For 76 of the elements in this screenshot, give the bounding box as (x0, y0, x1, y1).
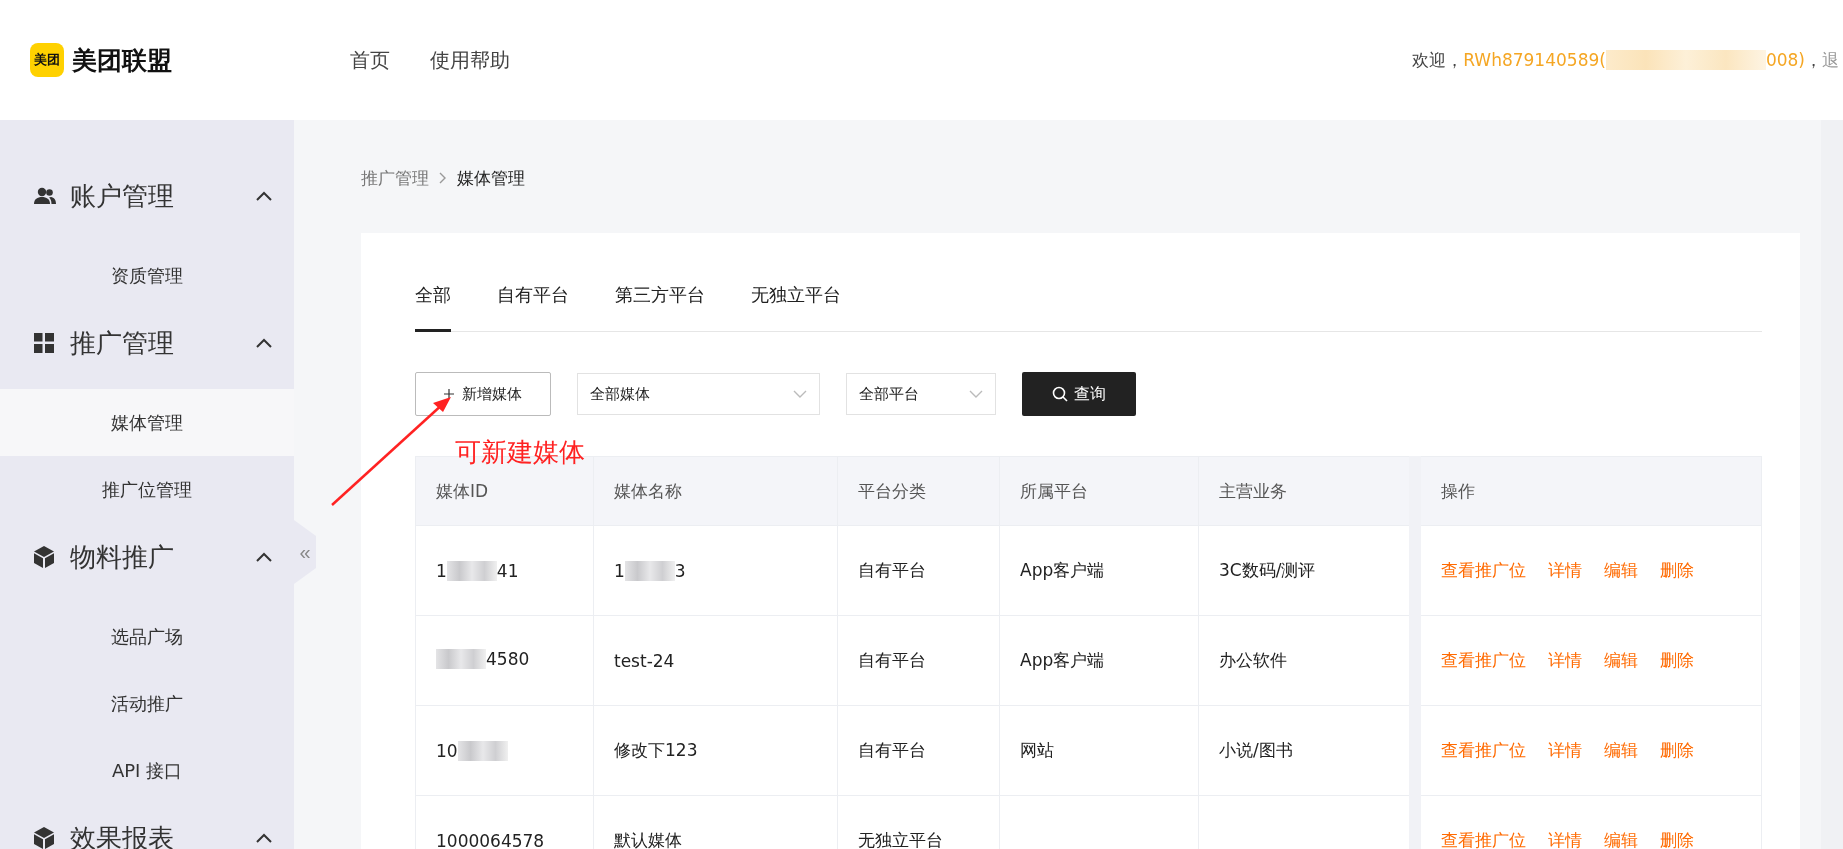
column-header: 平台分类 (837, 456, 1000, 526)
table-cell: 10 (436, 740, 508, 761)
table-cell: 自有平台 (858, 740, 926, 760)
sidebar-item[interactable]: API 接口 (0, 737, 294, 804)
table-cell: App客户端 (1020, 560, 1105, 580)
action-link[interactable]: 删除 (1660, 830, 1694, 849)
people-icon (34, 187, 56, 205)
redaction-blur (446, 560, 497, 581)
action-link[interactable]: 删除 (1660, 560, 1694, 580)
search-icon (1052, 386, 1068, 402)
table-cell: 小说/图书 (1219, 740, 1293, 760)
table-cell: 无独立平台 (858, 830, 943, 849)
table-cell: 1 41 (436, 560, 519, 581)
table-cell: 自有平台 (858, 650, 926, 670)
sidebar-group[interactable]: 推广管理 (0, 309, 294, 377)
action-link[interactable]: 详情 (1548, 650, 1582, 670)
table-cell: App客户端 (1020, 650, 1105, 670)
sidebar-item[interactable]: 选品广场 (0, 603, 294, 670)
nav-link[interactable]: 首页 (350, 46, 390, 74)
sidebar-item[interactable]: 推广位管理 (0, 456, 294, 523)
tab[interactable]: 自有平台 (497, 271, 569, 332)
action-link[interactable]: 详情 (1548, 560, 1582, 580)
cube-icon (34, 827, 54, 849)
action-link[interactable]: 详情 (1548, 830, 1582, 849)
tab[interactable]: 全部 (415, 271, 451, 332)
redaction-blur (436, 648, 486, 669)
column-header: 所属平台 (999, 456, 1199, 526)
action-link[interactable]: 编辑 (1604, 830, 1638, 849)
table-cell: 网站 (1020, 740, 1054, 760)
action-link[interactable]: 编辑 (1604, 740, 1638, 760)
action-link[interactable]: 详情 (1548, 740, 1582, 760)
table-cell: 1000064578 (436, 830, 545, 849)
table-cell: 自有平台 (858, 560, 926, 580)
logout-link[interactable]: 退 (1822, 48, 1839, 72)
action-link[interactable]: 查看推广位 (1441, 830, 1526, 849)
tab[interactable]: 无独立平台 (751, 271, 841, 332)
table-cell: 办公软件 (1219, 650, 1287, 670)
table-cell: test-24 (614, 650, 675, 671)
chevron-down-icon (793, 390, 807, 398)
breadcrumb-item: 媒体管理 (457, 166, 525, 190)
filter-dropdown[interactable]: 全部媒体 (577, 373, 820, 415)
add-media-button[interactable]: 新增媒体 (415, 372, 551, 416)
table-cell: 4580 (436, 648, 530, 669)
nav-link[interactable]: 使用帮助 (430, 46, 510, 74)
action-link[interactable]: 删除 (1660, 740, 1694, 760)
chevron-down-icon (969, 390, 983, 398)
action-link[interactable]: 查看推广位 (1441, 650, 1526, 670)
redaction-blur (457, 740, 508, 761)
sidebar-item[interactable]: 资质管理 (0, 242, 294, 309)
table-cell: 1 3 (614, 560, 686, 581)
cube-icon (34, 546, 54, 568)
search-button[interactable]: 查询 (1022, 372, 1136, 416)
sidebar-group[interactable]: 物料推广 (0, 523, 294, 591)
welcome-text: 欢迎， (1412, 48, 1464, 72)
sidebar-item[interactable]: 活动推广 (0, 670, 294, 737)
table-cell: 默认媒体 (614, 829, 682, 849)
action-link[interactable]: 查看推广位 (1441, 740, 1526, 760)
action-link[interactable]: 删除 (1660, 650, 1694, 670)
action-link[interactable]: 编辑 (1604, 560, 1638, 580)
action-link[interactable]: 查看推广位 (1441, 560, 1526, 580)
chevron-icon (439, 172, 447, 184)
logo-text: 美团联盟 (72, 44, 172, 77)
breadcrumb-item[interactable]: 推广管理 (361, 166, 429, 190)
logo-badge: 美团 (30, 43, 64, 77)
table-cell: 3C数码/测评 (1219, 560, 1316, 580)
tab[interactable]: 第三方平台 (615, 271, 705, 332)
sidebar-group[interactable]: 账户管理 (0, 162, 294, 230)
grid-icon (34, 333, 54, 353)
table-cell: 修改下123 (614, 739, 698, 762)
separator-text: ， (1805, 48, 1822, 72)
column-header: 媒体名称 (593, 456, 838, 526)
action-link[interactable]: 编辑 (1604, 650, 1638, 670)
sidebar-item[interactable]: 媒体管理 (0, 389, 294, 456)
filter-dropdown[interactable]: 全部平台 (846, 373, 996, 415)
redaction-blur (624, 560, 675, 581)
plus-icon (444, 389, 454, 399)
